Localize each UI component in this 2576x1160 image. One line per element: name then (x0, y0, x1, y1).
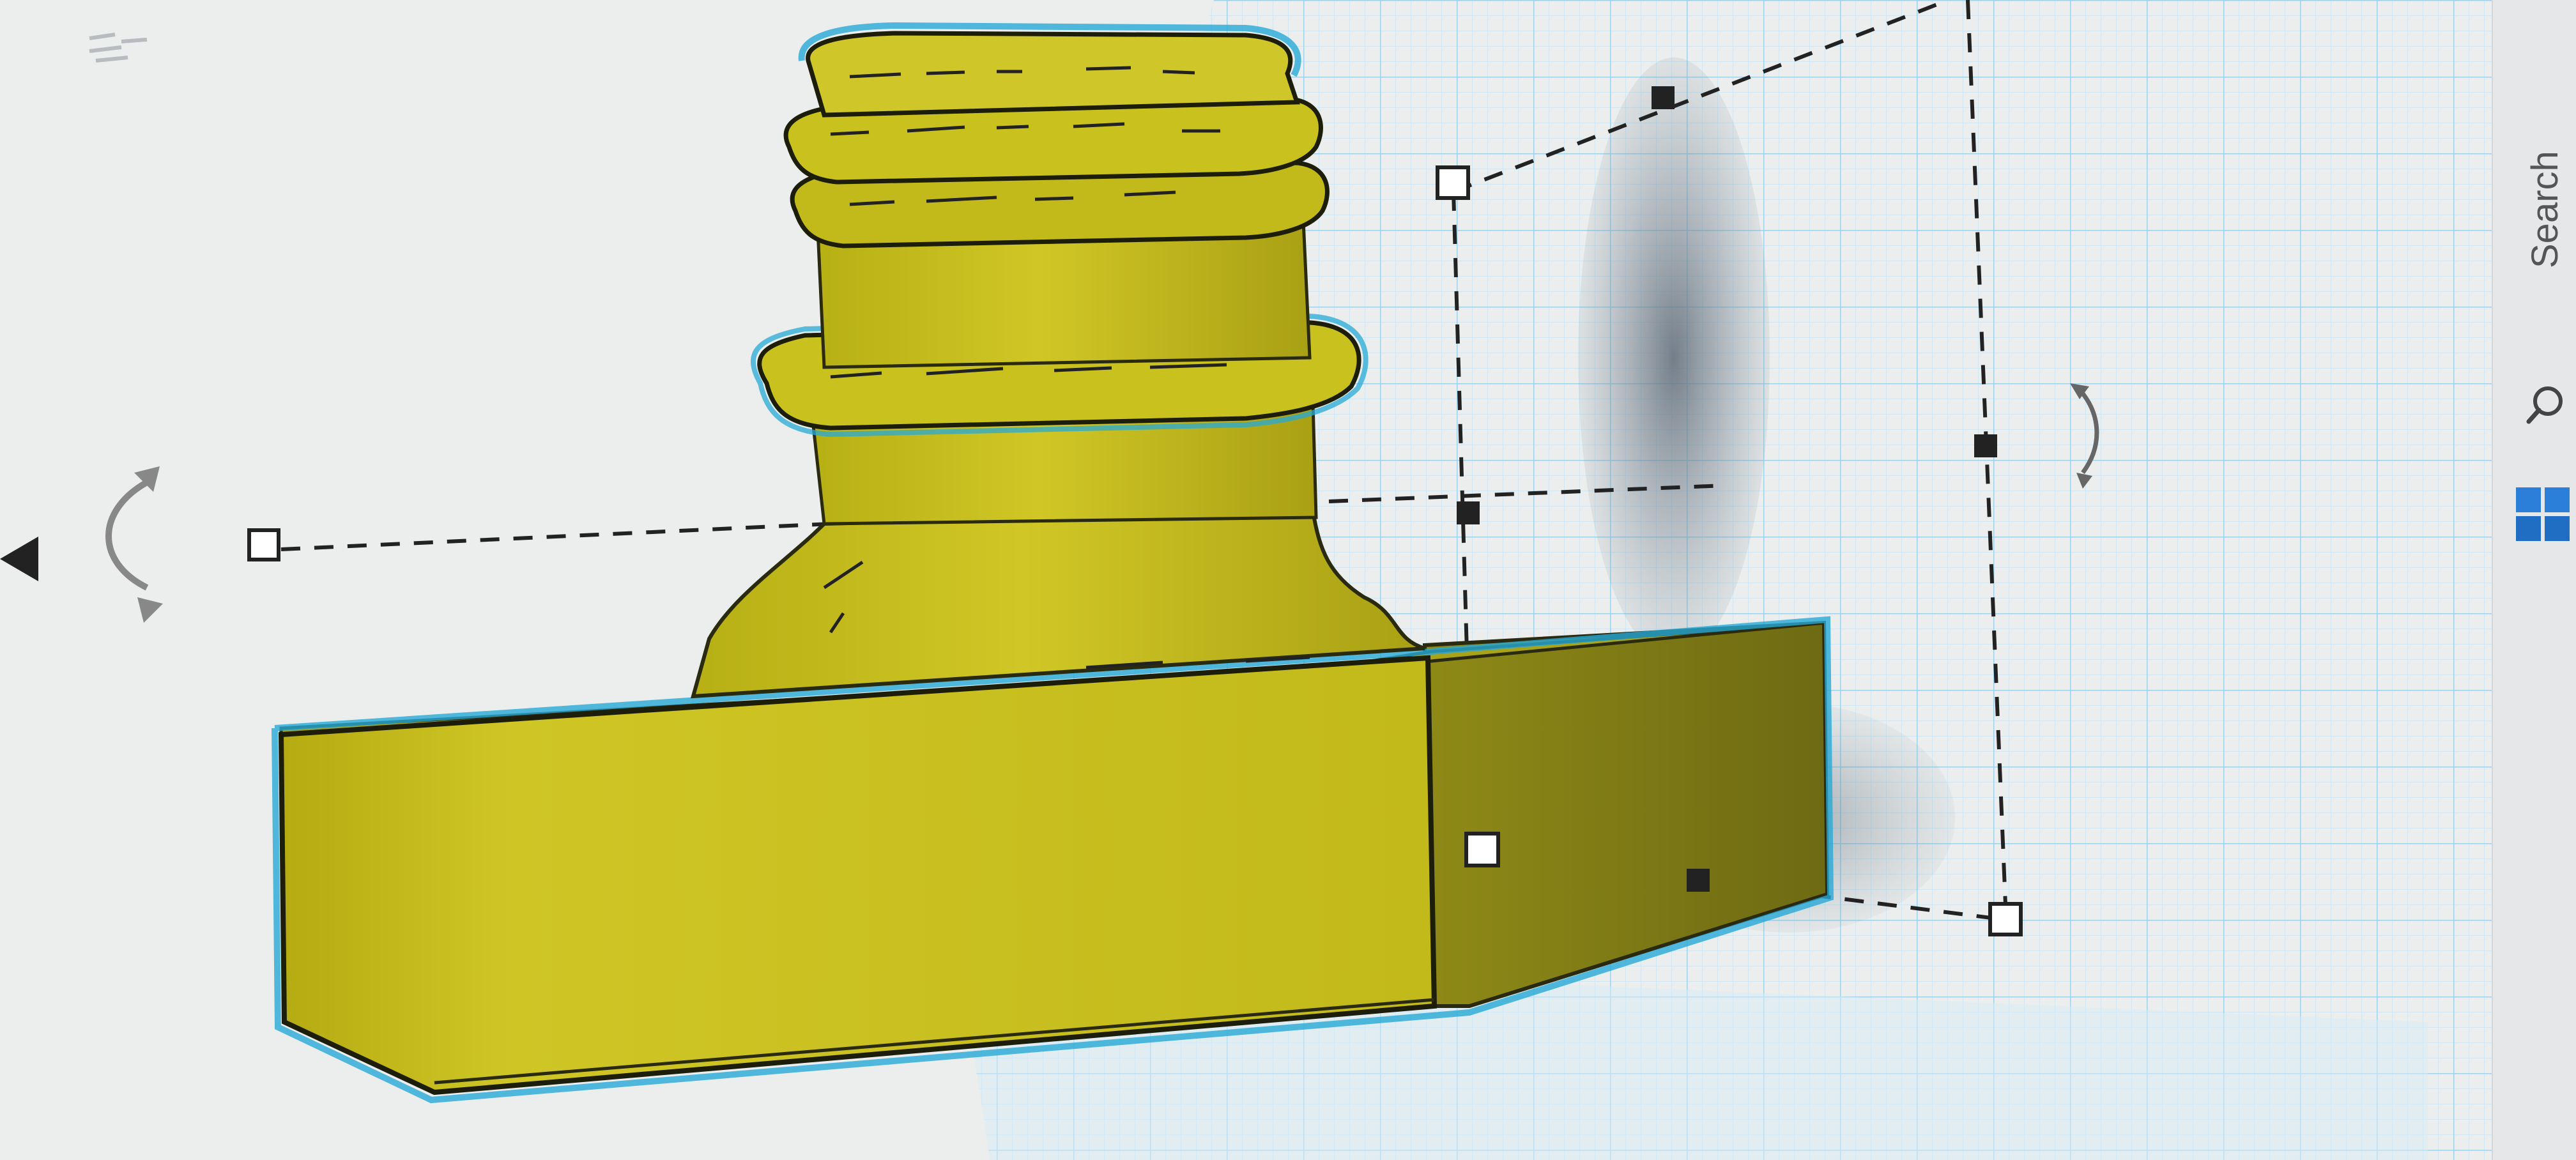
resize-handle-bottom-right[interactable] (1988, 902, 2023, 936)
search-icon[interactable] (2524, 382, 2568, 427)
document-lines-icon[interactable] (83, 26, 153, 77)
windows-start-icon[interactable] (2511, 482, 2575, 546)
resize-handle-top[interactable] (1436, 165, 1470, 200)
resize-handle-left[interactable] (247, 528, 280, 561)
edge-handle-mid-left[interactable] (1457, 501, 1480, 524)
taskbar-search-label[interactable]: Search (2524, 151, 2566, 268)
3d-workspace[interactable] (0, 0, 2576, 1160)
object-shadow (1578, 57, 1770, 658)
resize-handle-bottom-front[interactable] (1464, 832, 1500, 867)
edge-handle-right[interactable] (1974, 434, 1997, 457)
edge-handle-bottom[interactable] (1687, 869, 1710, 892)
edge-handle-top[interactable] (1652, 86, 1675, 109)
